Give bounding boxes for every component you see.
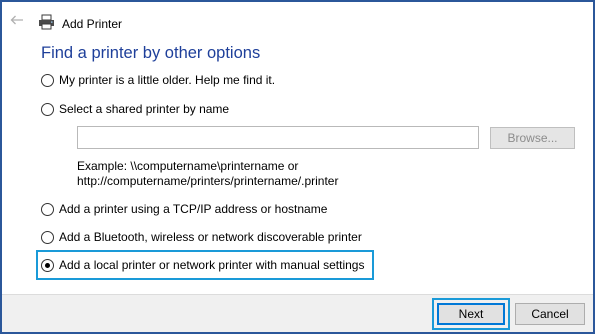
- option-label: Add a printer using a TCP/IP address or …: [59, 202, 328, 216]
- radio-local-printer[interactable]: [41, 258, 54, 272]
- printer-icon: [39, 14, 54, 30]
- cancel-button[interactable]: Cancel: [515, 303, 585, 325]
- option-shared-printer[interactable]: Select a shared printer by name: [41, 101, 229, 117]
- option-tcpip-printer[interactable]: Add a printer using a TCP/IP address or …: [41, 201, 327, 217]
- browse-button[interactable]: Browse...: [490, 127, 575, 149]
- radio-older-printer[interactable]: [41, 73, 54, 87]
- title-bar: Add Printer: [2, 2, 593, 36]
- window-title: Add Printer: [62, 17, 123, 31]
- add-printer-window: Add Printer Find a printer by other opti…: [0, 0, 595, 334]
- radio-tcpip-printer[interactable]: [41, 202, 54, 216]
- option-label: Select a shared printer by name: [59, 102, 230, 116]
- shared-printer-name-input[interactable]: [77, 126, 479, 149]
- example-text-line1: Example: \\computername\printername or: [77, 159, 299, 173]
- back-arrow-icon[interactable]: [10, 15, 24, 25]
- page-heading: Find a printer by other options: [41, 44, 261, 62]
- option-label: Add a Bluetooth, wireless or network dis…: [59, 230, 362, 244]
- option-older-printer[interactable]: My printer is a little older. Help me fi…: [41, 72, 275, 88]
- radio-shared-printer[interactable]: [41, 102, 54, 116]
- example-text-line2: http://computername/printers/printername…: [77, 174, 339, 188]
- option-local-printer[interactable]: Add a local printer or network printer w…: [41, 257, 364, 273]
- next-button[interactable]: Next: [437, 303, 505, 325]
- option-bluetooth-printer[interactable]: Add a Bluetooth, wireless or network dis…: [41, 229, 362, 245]
- radio-bluetooth-printer[interactable]: [41, 230, 54, 244]
- option-label: My printer is a little older. Help me fi…: [59, 73, 276, 87]
- option-label: Add a local printer or network printer w…: [59, 258, 365, 272]
